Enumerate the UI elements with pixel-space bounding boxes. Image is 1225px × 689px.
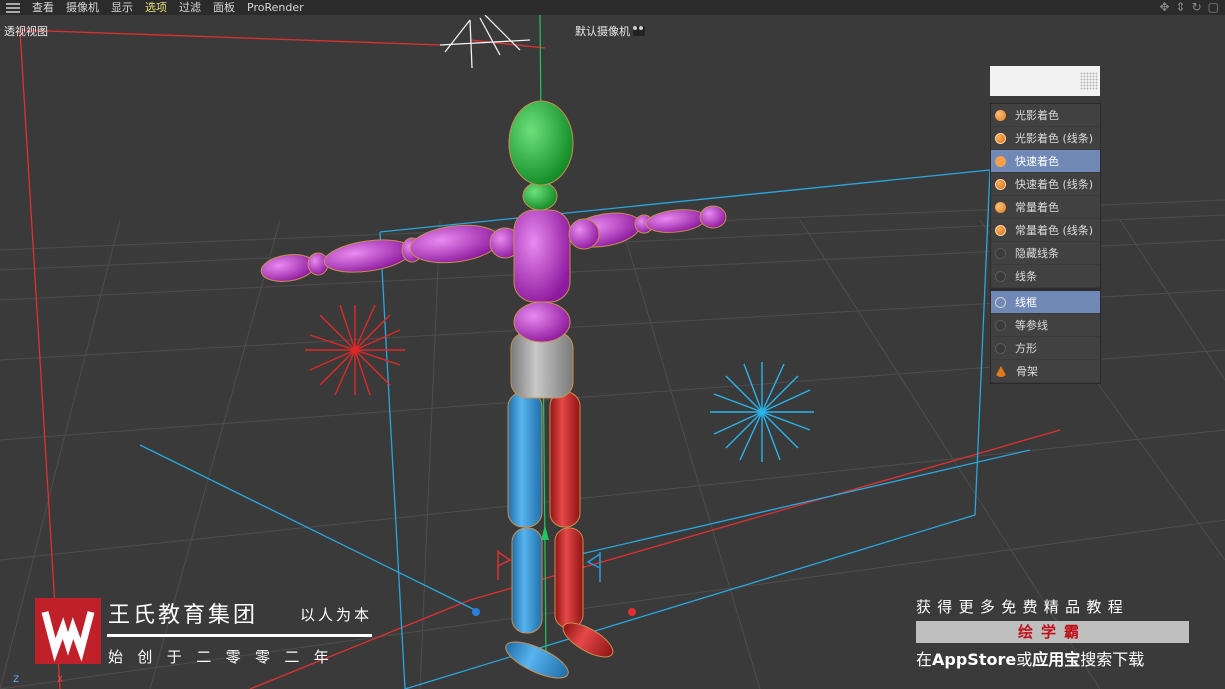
mannequin-figure[interactable]: [259, 100, 727, 685]
menu-item-constant[interactable]: 常量着色: [991, 196, 1100, 219]
isoparm-icon: [995, 319, 1006, 331]
menu-item-label: 隐藏线条: [1015, 247, 1059, 260]
camera-name: 默认摄像机: [575, 25, 630, 38]
light-star-blue: [710, 362, 814, 462]
menu-item-skeleton[interactable]: 骨架: [991, 360, 1100, 383]
menu-item-label: 线框: [1015, 296, 1037, 309]
zoom-view-icon[interactable]: ⇕: [1176, 0, 1186, 14]
menu-item-label: 常量着色 (线条): [1015, 224, 1094, 237]
promo-text-a: 在: [916, 650, 933, 669]
brand-logo: [35, 598, 101, 664]
menu-item-hidden-lines[interactable]: 隐藏线条: [991, 242, 1100, 265]
brand-founded: 始创于二零零二年: [108, 648, 344, 666]
active-camera-label[interactable]: 默认摄像机: [575, 23, 645, 39]
promo-text-b: AppStore: [932, 650, 1017, 669]
viewport-title: 透视视图: [4, 25, 48, 38]
sphere-constant-icon: [995, 201, 1006, 213]
promo-headline: 获得更多免费精品教程: [916, 598, 1130, 616]
box-icon: [995, 342, 1006, 354]
lines-icon: [995, 270, 1006, 282]
menu-options[interactable]: 选项: [139, 1, 173, 15]
menu-panel[interactable]: 面板: [207, 1, 241, 15]
menu-item-label: 常量着色: [1015, 201, 1059, 214]
camera-icon: [633, 26, 645, 36]
brand-slogan: 以人为本: [300, 606, 373, 624]
menu-item-label: 线条: [1015, 270, 1037, 283]
menu-item-label: 骨架: [1016, 365, 1038, 378]
menu-item-gouraud[interactable]: 光影着色: [991, 104, 1100, 127]
menu-item-label: 光影着色: [1015, 109, 1059, 122]
promo-text-c: 或: [1016, 650, 1033, 669]
move-view-icon[interactable]: ✥: [1159, 0, 1169, 14]
hamburger-menu-icon[interactable]: [6, 2, 20, 13]
sphere-constant-lines-icon: [995, 224, 1006, 236]
menu-item-isoparm[interactable]: 等参线: [991, 314, 1100, 337]
menu-item-lines[interactable]: 线条: [991, 265, 1100, 288]
axis-label-z: Z: [13, 675, 20, 685]
hidden-lines-icon: [995, 247, 1006, 259]
viewport-menubar: 查看 摄像机 显示 选项 过滤 面板 ProRender ✥ ⇕ ↻ ▢: [0, 0, 1225, 15]
sphere-quick-icon: [995, 155, 1006, 167]
wireframe-icon: [995, 296, 1006, 308]
sphere-shaded-lines-icon: [995, 132, 1006, 144]
menu-item-label: 方形: [1015, 342, 1037, 355]
menu-item-gouraud-lines[interactable]: 光影着色 (线条): [991, 127, 1100, 150]
promo-app-name: 绘学霸: [916, 621, 1189, 643]
menu-item-quick[interactable]: 快速着色: [991, 150, 1100, 173]
menu-view[interactable]: 查看: [26, 1, 60, 15]
menu-camera[interactable]: 摄像机: [60, 1, 105, 15]
brand-divider: [107, 634, 372, 637]
rotate-view-icon[interactable]: ↻: [1192, 0, 1202, 14]
display-mode-menu: 光影着色 光影着色 (线条) 快速着色 快速着色 (线条) 常量着色 常量着色 …: [990, 103, 1101, 384]
brand-name: 王氏教育集团: [108, 603, 259, 628]
viewport-nav-icons: ✥ ⇕ ↻ ▢: [1159, 0, 1219, 14]
menu-filter[interactable]: 过滤: [173, 1, 207, 15]
sphere-shaded-icon: [995, 109, 1006, 121]
promo-download-line: 在AppStore或应用宝搜索下载: [916, 646, 1144, 670]
w-logo-icon: [41, 611, 95, 662]
menu-item-label: 快速着色 (线条): [1015, 178, 1094, 191]
menu-display[interactable]: 显示: [105, 1, 139, 15]
menu-item-wireframe[interactable]: 线框: [991, 291, 1100, 314]
dropdown-header: [990, 66, 1100, 96]
sphere-quick-lines-icon: [995, 178, 1006, 190]
menu-item-label: 光影着色 (线条): [1015, 132, 1094, 145]
menu-item-quick-lines[interactable]: 快速着色 (线条): [991, 173, 1100, 196]
skeleton-icon: [995, 365, 1007, 377]
axis-label-x: X: [57, 675, 64, 685]
menu-prorender[interactable]: ProRender: [241, 1, 310, 15]
axis-markers: [472, 525, 636, 616]
menu-item-label: 快速着色: [1015, 155, 1059, 168]
menu-item-constant-lines[interactable]: 常量着色 (线条): [991, 219, 1100, 242]
menu-item-box[interactable]: 方形: [991, 337, 1100, 360]
promo-text-e: 搜索下载: [1080, 650, 1145, 669]
dots-pattern-icon: [1080, 72, 1098, 90]
menu-item-label: 等参线: [1015, 319, 1048, 332]
maximize-view-icon[interactable]: ▢: [1208, 0, 1219, 14]
light-star-red: [305, 304, 405, 396]
promo-text-d: 应用宝: [1032, 650, 1081, 669]
